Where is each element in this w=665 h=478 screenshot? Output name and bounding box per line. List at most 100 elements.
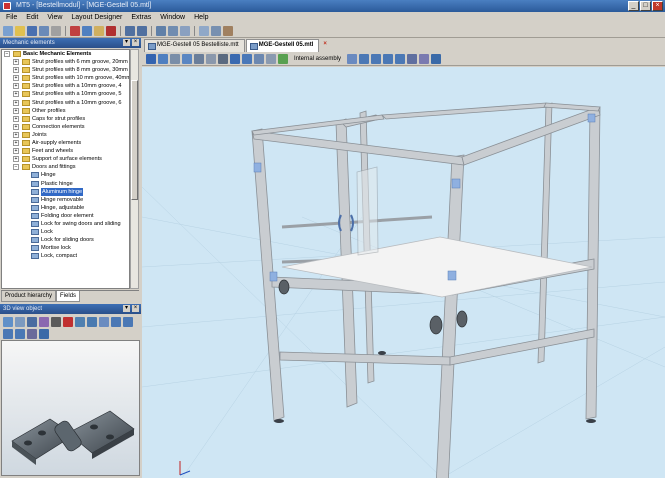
tree-item[interactable]: − Basic Mechanic Elements	[2, 50, 129, 58]
tree-item[interactable]: + Support of surface elements	[2, 155, 129, 163]
properties-icon[interactable]	[168, 25, 178, 36]
dimension-icon[interactable]	[194, 53, 204, 64]
expander-icon[interactable]: +	[13, 83, 19, 90]
save-all-icon[interactable]	[39, 25, 49, 36]
hinge-preview-viewport[interactable]	[1, 340, 140, 476]
select-icon[interactable]	[158, 53, 168, 64]
cube-icon[interactable]	[87, 317, 97, 327]
rotate-icon[interactable]	[3, 317, 13, 327]
tree-item[interactable]: Lock for sliding doors	[2, 236, 129, 244]
expander-icon[interactable]: +	[13, 131, 19, 138]
tree-item[interactable]: Hinge, adjustable	[2, 204, 129, 212]
new-icon[interactable]	[3, 25, 13, 36]
zoom-window-icon[interactable]	[3, 329, 13, 339]
delete-icon[interactable]	[106, 25, 116, 36]
paste-icon[interactable]	[94, 25, 104, 36]
insert-icon[interactable]	[230, 53, 240, 64]
color-icon[interactable]	[39, 317, 49, 327]
tree-item[interactable]: + Connection elements	[2, 123, 129, 131]
menu-extras[interactable]: Extras	[131, 12, 151, 24]
undo-icon[interactable]	[125, 25, 135, 36]
menu-window[interactable]: Window	[160, 12, 185, 24]
wireframe-icon[interactable]	[51, 317, 61, 327]
menu-file[interactable]: File	[6, 12, 17, 24]
zoom-in-icon[interactable]	[359, 53, 370, 64]
tab-fields[interactable]: Fields	[56, 291, 81, 302]
3d-viewport[interactable]	[142, 67, 665, 478]
panel-close-icon[interactable]: ×	[132, 39, 139, 46]
expander-icon[interactable]: +	[13, 91, 19, 98]
assembly-check-icon[interactable]	[278, 53, 288, 64]
move-icon[interactable]	[242, 53, 252, 64]
minimize-button[interactable]: _	[628, 1, 639, 11]
internal-assembly-label[interactable]: Internal assembly	[294, 56, 341, 62]
find-icon[interactable]	[156, 25, 166, 36]
tree-item[interactable]: + Joints	[2, 131, 129, 139]
grid-icon[interactable]	[75, 317, 85, 327]
zoom-fit-icon[interactable]	[15, 329, 25, 339]
save-view-icon[interactable]	[39, 329, 49, 339]
tree-item[interactable]: + Strut profiles with a 10mm groove, 5	[2, 90, 129, 98]
machine-icon[interactable]	[218, 53, 228, 64]
shade-icon[interactable]	[27, 317, 37, 327]
rotate-part-icon[interactable]	[266, 53, 276, 64]
tree-item[interactable]: Folding door element	[2, 212, 129, 220]
tree-item[interactable]: + Other profiles	[2, 107, 129, 115]
tree-item[interactable]: Aluminum hinge	[2, 187, 129, 196]
tree-item[interactable]: + Strut profiles with 8 mm groove, 30mm	[2, 66, 129, 74]
expander-icon[interactable]: +	[13, 75, 19, 82]
cut-icon[interactable]	[70, 25, 80, 36]
tree-item[interactable]: Mortise lock	[2, 244, 129, 252]
zoom-window-icon[interactable]	[383, 53, 394, 64]
panel-close-icon[interactable]: ×	[132, 305, 139, 312]
tree-item[interactable]: Plastic hinge	[2, 180, 129, 188]
expander-icon[interactable]: +	[13, 59, 19, 66]
expander-icon[interactable]: +	[13, 148, 19, 155]
tree-item[interactable]: − Doors and fittings	[2, 163, 129, 171]
close-button[interactable]: ×	[652, 1, 663, 11]
expander-icon[interactable]: +	[13, 107, 19, 114]
tree-item[interactable]: Lock	[2, 228, 129, 236]
save-icon[interactable]	[27, 25, 37, 36]
tree-item[interactable]: + Feet and wheels	[2, 147, 129, 155]
tree-item[interactable]: Hinge removable	[2, 196, 129, 204]
align-icon[interactable]	[254, 53, 264, 64]
pan-icon[interactable]	[15, 317, 25, 327]
copy-icon[interactable]	[82, 25, 92, 36]
view-dropdown-icon[interactable]	[99, 317, 109, 327]
tree-item[interactable]: Hinge	[2, 171, 129, 179]
tab-product-hierarchy[interactable]: Product hierarchy	[1, 291, 57, 302]
redo-icon[interactable]	[137, 25, 147, 36]
calculator-icon[interactable]	[199, 25, 209, 36]
tree-item[interactable]: + Caps for strut profiles	[2, 115, 129, 123]
expander-icon[interactable]: +	[13, 123, 19, 130]
zoom-in-icon[interactable]	[111, 317, 121, 327]
pin-icon[interactable]: ▾	[123, 39, 130, 46]
menu-view[interactable]: View	[47, 12, 62, 24]
view-front-icon[interactable]	[27, 329, 37, 339]
parts-list-icon[interactable]	[211, 25, 221, 36]
print-icon[interactable]	[51, 25, 61, 36]
save-view-icon[interactable]	[431, 53, 442, 64]
expander-icon[interactable]: −	[13, 164, 19, 171]
catalog-tree[interactable]: − Basic Mechanic Elements + Strut profiles …	[1, 49, 130, 289]
expander-icon[interactable]: +	[13, 140, 19, 147]
menu-edit[interactable]: Edit	[26, 12, 38, 24]
tree-item[interactable]: + Strut profiles with 6 mm groove, 20mm	[2, 58, 129, 66]
close-tab-icon[interactable]: ×	[320, 39, 330, 52]
render-icon[interactable]	[63, 317, 73, 327]
expander-icon[interactable]: +	[13, 156, 19, 163]
close-view-icon[interactable]	[146, 53, 156, 64]
tree-item[interactable]: Lock, compact	[2, 252, 129, 260]
tree-item[interactable]: Lock for swing doors and sliding	[2, 220, 129, 228]
view-iso-icon[interactable]	[419, 53, 430, 64]
pin-icon[interactable]: ▾	[123, 305, 130, 312]
home-icon[interactable]	[223, 25, 233, 36]
layout-icon[interactable]	[180, 25, 190, 36]
expander-icon[interactable]: −	[4, 51, 10, 57]
menu-help[interactable]: Help	[194, 12, 208, 24]
catalog-scrollbar[interactable]	[130, 49, 139, 289]
zoom-out-icon[interactable]	[371, 53, 382, 64]
grid-snap-icon[interactable]	[170, 53, 180, 64]
zoom-fit-icon[interactable]	[395, 53, 406, 64]
